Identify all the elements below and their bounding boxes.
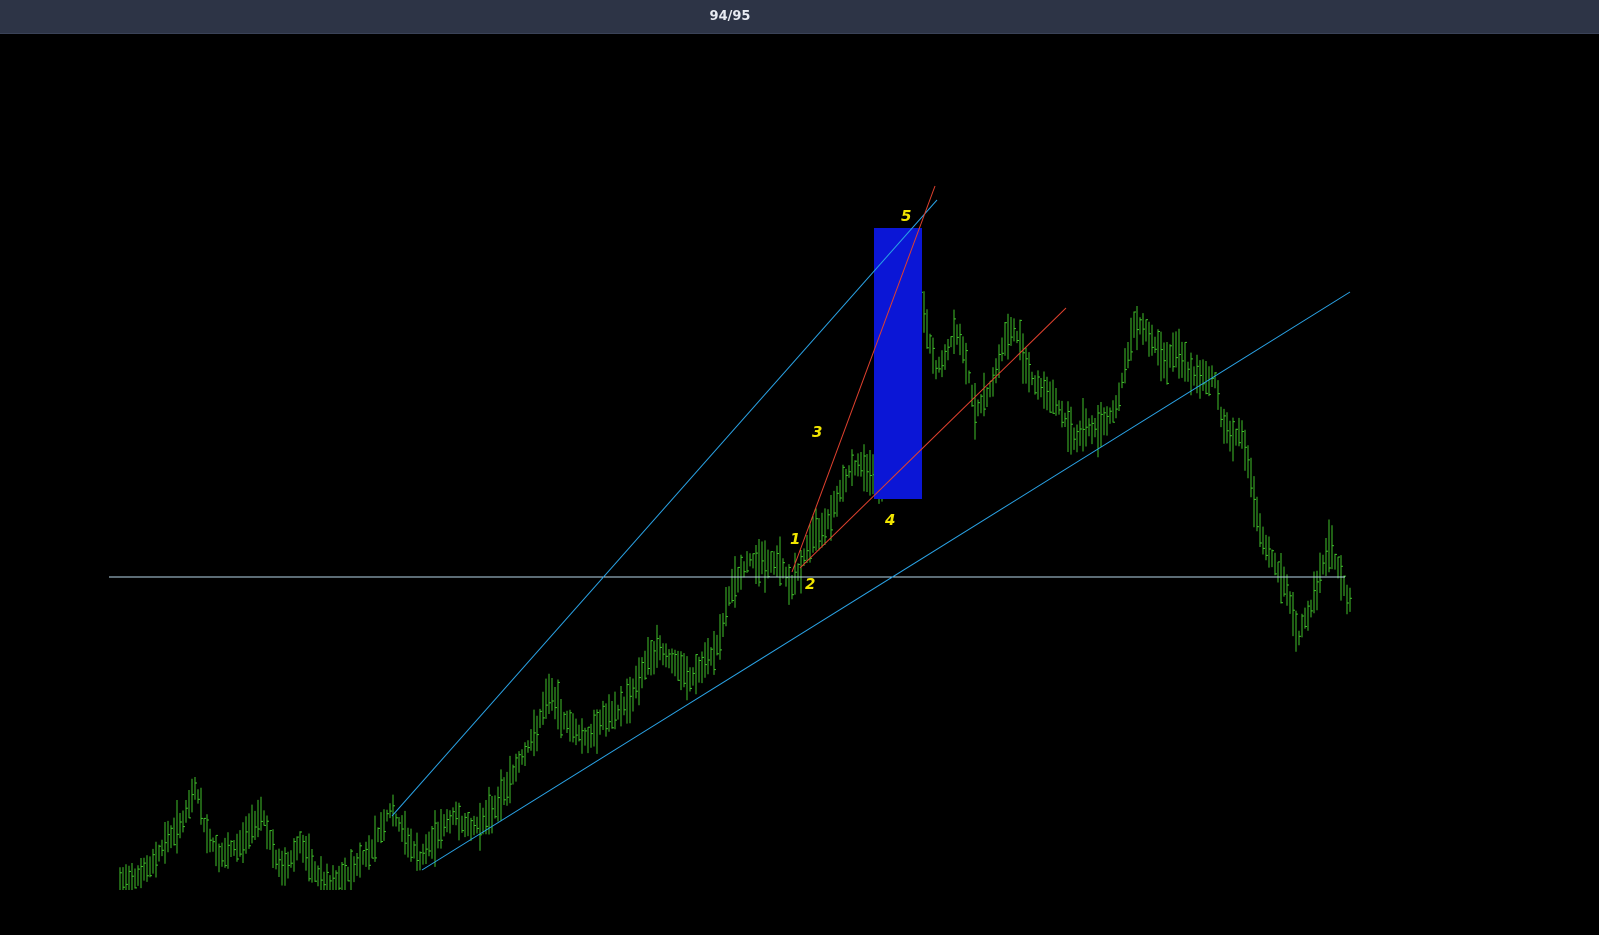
wave-label-2: 2	[805, 575, 815, 593]
wave-label-3: 3	[812, 423, 822, 441]
price-bars	[119, 236, 1352, 890]
wave-label-5: 5	[901, 207, 911, 225]
viewer-titlebar: 94/95	[0, 0, 1599, 34]
blue-upper-trendline	[391, 199, 938, 817]
wave-5-highlight-box	[874, 228, 922, 499]
trendlines	[109, 185, 1351, 871]
wave-label-4: 4	[884, 511, 895, 529]
price-chart[interactable]: 1 2 3 4 5	[0, 34, 1599, 935]
page-counter: 94/95	[709, 9, 751, 24]
wave-label-1: 1	[790, 530, 800, 548]
chart-area[interactable]: 1 2 3 4 5	[0, 34, 1599, 935]
